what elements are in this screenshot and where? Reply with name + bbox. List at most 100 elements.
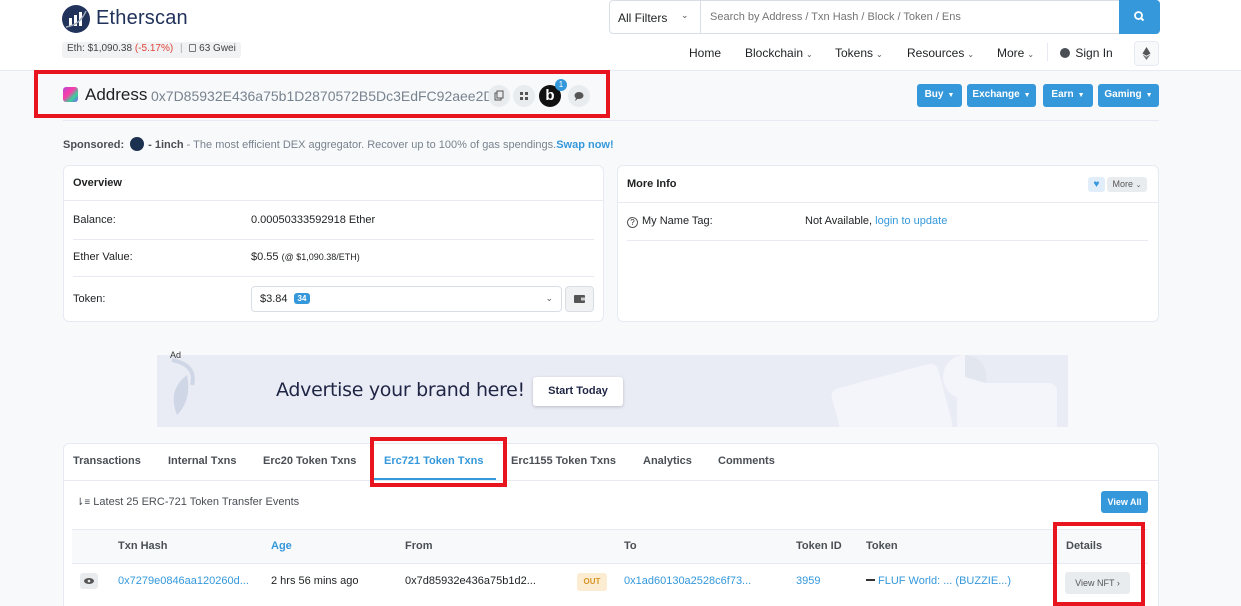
col-txn-hash: Txn Hash xyxy=(118,540,168,552)
table-summary: ⇂≡ Latest 25 ERC-721 Token Transfer Even… xyxy=(76,496,299,508)
earn-dropdown-button[interactable]: Earn ▼ xyxy=(1043,84,1093,107)
chevron-down-icon: ⌄ xyxy=(876,50,883,59)
eth-price-change: (-5.17%) xyxy=(134,43,174,54)
token-cell: FLUF World: ... (BUZZIE...) xyxy=(866,575,1011,587)
direction-badge: OUT xyxy=(577,573,607,591)
tab-internal-txns[interactable]: Internal Txns xyxy=(168,455,236,467)
nav-resources[interactable]: Resources ⌄ xyxy=(907,46,974,60)
nav-tokens[interactable]: Tokens ⌄ xyxy=(835,46,883,60)
wallet-icon xyxy=(574,295,585,303)
chevron-down-icon: ⌄ xyxy=(545,293,553,303)
token-holdings-dropdown[interactable]: $3.84 34 ⌄ xyxy=(251,286,562,312)
more-info-card xyxy=(617,165,1159,322)
eye-icon xyxy=(84,578,94,584)
ad-tag: Ad xyxy=(170,350,182,360)
search-icon xyxy=(1134,11,1145,22)
view-all-button[interactable]: View All xyxy=(1101,491,1148,513)
divider xyxy=(73,239,594,240)
heart-icon: ♥ xyxy=(1093,179,1100,190)
chevron-down-icon: ▼ xyxy=(947,92,955,99)
highlight-box-address xyxy=(34,70,610,118)
chevron-down-icon: ⌄ xyxy=(1027,50,1035,59)
txn-age: 2 hrs 56 mins ago xyxy=(271,575,359,587)
col-token: Token xyxy=(866,540,898,552)
col-from: From xyxy=(405,540,433,552)
user-icon xyxy=(1060,48,1070,58)
divider xyxy=(73,276,594,277)
ether-rate: (@ $1,090.38/ETH) xyxy=(281,252,360,262)
txn-hash-link[interactable]: 0x7279e0846aa120260d... xyxy=(118,575,249,587)
chevron-down-icon: ⌄ xyxy=(806,50,813,59)
network-switch-button[interactable] xyxy=(1134,41,1159,66)
buy-dropdown-button[interactable]: Buy ▼ xyxy=(917,84,962,107)
exchange-dropdown-button[interactable]: Exchange ▼ xyxy=(967,84,1036,107)
search-input[interactable] xyxy=(702,1,1118,33)
divider xyxy=(64,200,603,201)
table-summary-text: Latest 25 ERC-721 Token Transfer Events xyxy=(93,496,300,508)
tab-erc20-token-txns[interactable]: Erc20 Token Txns xyxy=(263,455,356,467)
chevron-down-icon: ⌄ xyxy=(967,50,975,59)
chevron-down-icon: ⌄ xyxy=(681,10,689,20)
overview-title: Overview xyxy=(73,177,122,189)
gaming-dropdown-button[interactable]: Gaming ▼ xyxy=(1098,84,1159,107)
eth-price-box: Eth: $1,090.38 (-5.17%) | 63 Gwei xyxy=(62,42,241,58)
search-bar: All Filters ⌄ xyxy=(609,0,1160,34)
nav-home[interactable]: Home xyxy=(689,46,721,60)
preview-button[interactable] xyxy=(80,573,98,589)
sponsor-cta-link[interactable]: Swap now! xyxy=(556,139,613,151)
search-button[interactable] xyxy=(1119,0,1160,34)
sponsor-text: - The most efficient DEX aggregator. Rec… xyxy=(186,139,557,151)
nav-sign-in-label: Sign In xyxy=(1075,46,1113,60)
gaming-label: Gaming xyxy=(1104,89,1142,100)
more-options-button[interactable]: More ⌄ xyxy=(1107,177,1147,192)
tab-transactions[interactable]: Transactions xyxy=(73,455,141,467)
filter-label: All Filters xyxy=(618,11,668,25)
login-to-update-link[interactable]: login to update xyxy=(875,215,947,227)
gas-price: 63 Gwei xyxy=(199,43,236,54)
nav-sign-in[interactable]: Sign In xyxy=(1060,46,1113,60)
nav-more[interactable]: More ⌄ xyxy=(997,46,1034,60)
txn-to-link[interactable]: 0x1ad60130a2528c6f73... xyxy=(624,575,751,587)
sponsored-banner: Sponsored: - 1inch - The most efficient D… xyxy=(63,137,614,151)
search-filter-select[interactable]: All Filters ⌄ xyxy=(610,1,701,33)
earn-label: Earn xyxy=(1051,89,1074,100)
highlight-box-tab xyxy=(370,437,507,487)
col-to: To xyxy=(624,540,637,552)
sponsor-name[interactable]: 1inch xyxy=(155,139,184,151)
more-options-label: More xyxy=(1112,179,1134,189)
chevron-down-icon: ▼ xyxy=(1077,92,1085,99)
ether-value: $0.55 (@ $1,090.38/ETH) xyxy=(251,251,360,263)
tab-analytics[interactable]: Analytics xyxy=(643,455,692,467)
chevron-down-icon: ▼ xyxy=(1145,92,1153,99)
question-icon[interactable]: ? xyxy=(627,217,638,228)
token-id-link[interactable]: 3959 xyxy=(796,575,820,587)
divider xyxy=(64,480,1158,481)
sponsor-dash: - xyxy=(148,139,152,151)
nav-blockchain[interactable]: Blockchain ⌄ xyxy=(745,46,813,60)
nav-blockchain-label: Blockchain xyxy=(745,46,804,60)
table-header-row xyxy=(72,529,1148,564)
ethereum-icon xyxy=(1142,47,1151,60)
chevron-down-icon: ▼ xyxy=(1023,92,1031,99)
tab-erc1155-token-txns[interactable]: Erc1155 Token Txns xyxy=(511,455,616,467)
favorite-button[interactable]: ♥ xyxy=(1088,177,1105,192)
col-age[interactable]: Age xyxy=(271,540,292,552)
name-tag-row: ? My Name Tag: xyxy=(627,215,713,228)
col-token-id: Token ID xyxy=(796,540,842,552)
ad-cta-button[interactable]: Start Today xyxy=(533,377,623,406)
token-holdings-button[interactable] xyxy=(565,286,594,312)
name-tag-value: Not Available, login to update xyxy=(805,215,947,227)
nav-tokens-label: Tokens xyxy=(835,46,874,60)
ether-value-usd: $0.55 xyxy=(251,251,279,263)
name-tag-label: My Name Tag: xyxy=(642,215,713,227)
token-link[interactable]: FLUF World: ... (BUZZIE...) xyxy=(878,575,1011,587)
tab-comments[interactable]: Comments xyxy=(718,455,775,467)
nav-more-label: More xyxy=(997,46,1025,60)
balance-value: 0.00050333592918 Ether xyxy=(251,214,376,226)
nav-home-label: Home xyxy=(689,46,722,60)
logo-text[interactable]: Etherscan xyxy=(96,7,188,30)
token-label: Token: xyxy=(73,293,106,305)
token-total-value: $3.84 xyxy=(260,293,288,305)
token-count-badge: 34 xyxy=(293,293,311,304)
etherscan-logo-icon[interactable] xyxy=(62,5,90,33)
